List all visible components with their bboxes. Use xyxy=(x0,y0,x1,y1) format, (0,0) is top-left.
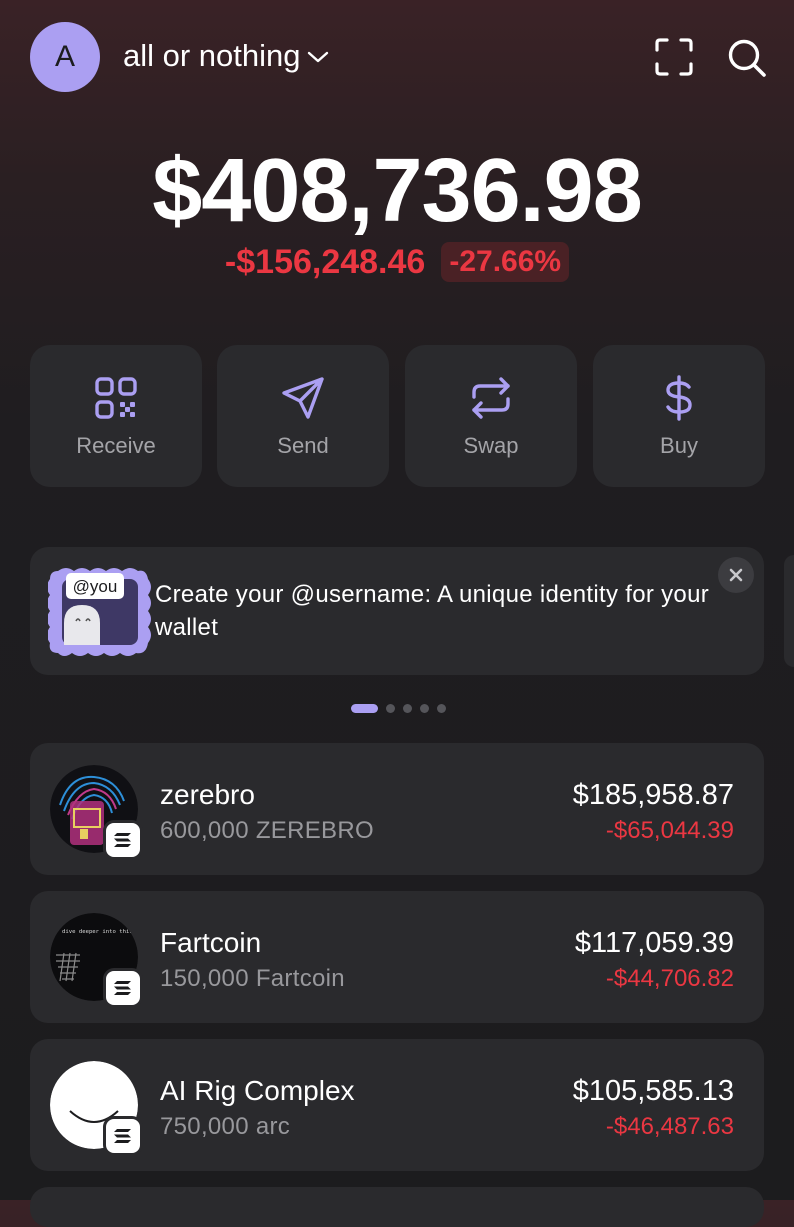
solana-icon xyxy=(114,981,131,995)
token-row-ai-rig-complex[interactable]: AI Rig Complex 750,000 arc $105,585.13 -… xyxy=(30,1039,764,1171)
swap-icon xyxy=(472,377,510,419)
token-amount: 600,000 ZEREBRO xyxy=(160,817,374,844)
balance-change-percent-badge: -27.66% xyxy=(441,242,570,282)
token-change: -$44,706.82 xyxy=(605,965,734,992)
page-dot[interactable] xyxy=(386,704,395,713)
account-avatar[interactable]: A xyxy=(30,22,100,92)
total-balance: $408,736.98 xyxy=(152,141,643,241)
token-value: $117,059.39 xyxy=(574,927,734,959)
send-icon xyxy=(282,377,324,419)
balance-change-amount: -$156,248.46 xyxy=(224,242,426,281)
solana-icon xyxy=(114,1129,131,1143)
solana-chain-badge xyxy=(106,823,140,857)
receive-label: Receive xyxy=(76,433,156,458)
close-banner-button[interactable] xyxy=(718,557,754,593)
dollar-icon xyxy=(666,375,692,421)
send-label: Send xyxy=(277,433,329,458)
avatar-letter: A xyxy=(54,40,75,73)
qr-code-icon xyxy=(95,377,137,419)
scan-icon[interactable] xyxy=(655,38,693,76)
token-name: AI Rig Complex xyxy=(160,1075,355,1106)
solana-icon xyxy=(114,833,131,847)
token-amount: 750,000 arc xyxy=(160,1113,291,1140)
swap-button[interactable]: Swap xyxy=(405,345,577,487)
token-amount: 150,000 Fartcoin xyxy=(160,965,345,992)
send-button[interactable]: Send xyxy=(217,345,389,487)
next-banner-peek[interactable] xyxy=(784,555,794,667)
username-promo-banner[interactable]: @you Create your @username: A unique ide… xyxy=(30,547,764,675)
close-icon xyxy=(729,568,743,582)
username-badge-icon: @you xyxy=(48,568,151,656)
token-row-next[interactable] xyxy=(30,1187,764,1227)
swap-label: Swap xyxy=(463,433,519,458)
fartcoin-logo-text: dive deeper into this xyxy=(62,929,133,935)
banner-pagination xyxy=(351,704,446,713)
badge-text: @you xyxy=(73,577,118,596)
page-dot[interactable] xyxy=(403,704,412,713)
token-name: zerebro xyxy=(160,779,255,810)
token-change: -$65,044.39 xyxy=(605,817,734,844)
token-row-zerebro[interactable]: zerebro 600,000 ZEREBRO $185,958.87 -$65… xyxy=(30,743,764,875)
search-icon[interactable] xyxy=(727,38,767,78)
chevron-down-icon xyxy=(307,51,328,63)
page-dot[interactable] xyxy=(351,704,378,713)
buy-label: Buy xyxy=(660,433,698,458)
token-name: Fartcoin xyxy=(160,927,262,958)
page-dot[interactable] xyxy=(420,704,429,713)
token-value: $105,585.13 xyxy=(572,1075,734,1107)
balance-change: -$156,248.46 -27.66% xyxy=(0,242,794,282)
buy-button[interactable]: Buy xyxy=(593,345,765,487)
solana-chain-badge xyxy=(106,971,140,1005)
page-dot[interactable] xyxy=(437,704,446,713)
account-name: all or nothing xyxy=(123,38,301,73)
receive-button[interactable]: Receive xyxy=(30,345,202,487)
solana-chain-badge xyxy=(106,1119,140,1153)
banner-text: Create your @username: A unique identity… xyxy=(155,581,710,641)
token-change: -$46,487.63 xyxy=(605,1113,734,1140)
token-row-fartcoin[interactable]: dive deeper into this Fartcoin 150,000 F… xyxy=(30,891,764,1023)
token-value: $185,958.87 xyxy=(572,779,734,811)
account-selector[interactable]: all or nothing xyxy=(123,38,329,74)
